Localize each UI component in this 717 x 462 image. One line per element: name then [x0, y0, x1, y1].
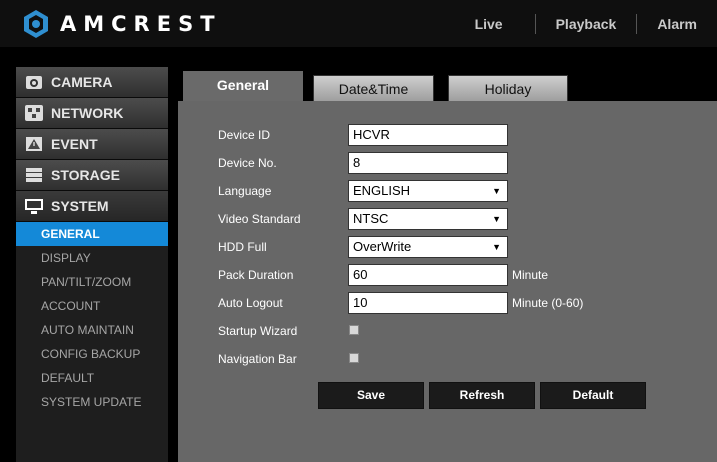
sidebar-item-account[interactable]: ACCOUNT	[16, 294, 168, 318]
storage-icon	[23, 165, 45, 185]
logo-hexagon-icon	[24, 10, 48, 38]
default-button[interactable]: Default	[540, 382, 646, 409]
sidebar-item-system-update[interactable]: SYSTEM UPDATE	[16, 390, 168, 414]
video-standard-select[interactable]: NTSC ▼	[348, 208, 508, 230]
logo-text: AMCREST	[60, 12, 222, 36]
save-button[interactable]: Save	[318, 382, 424, 409]
sidebar-label: CAMERA	[51, 74, 113, 90]
sidebar-item-system[interactable]: SYSTEM	[16, 191, 168, 222]
tab-holiday[interactable]: Holiday	[448, 75, 568, 102]
amcrest-logo[interactable]: AMCREST	[23, 9, 222, 39]
top-header: AMCREST Live Playback Alarm	[0, 0, 717, 47]
sidebar-label: STORAGE	[51, 167, 120, 183]
camera-icon	[23, 72, 45, 92]
device-no-input[interactable]: 8	[348, 152, 508, 174]
language-label: Language	[218, 184, 272, 198]
top-nav: Live Playback Alarm	[455, 0, 717, 47]
sidebar-item-general[interactable]: GENERAL	[16, 222, 168, 246]
sidebar-item-event[interactable]: EVENT	[16, 129, 168, 160]
auto-logout-unit: Minute (0-60)	[512, 296, 584, 310]
network-icon	[23, 103, 45, 123]
dropdown-arrow-icon: ▼	[492, 242, 501, 252]
device-id-input[interactable]: HCVR	[348, 124, 508, 146]
navigation-bar-label: Navigation Bar	[218, 352, 297, 366]
tab-date-time[interactable]: Date&Time	[313, 75, 434, 102]
device-id-label: Device ID	[218, 128, 271, 142]
nav-live[interactable]: Live	[455, 14, 535, 34]
sidebar-item-config-backup[interactable]: CONFIG BACKUP	[16, 342, 168, 366]
nav-alarm[interactable]: Alarm	[636, 13, 717, 34]
settings-sidebar: CAMERA NETWORK EVENT STORAGE SYSTEM GENE…	[16, 67, 168, 462]
device-no-label: Device No.	[218, 156, 277, 170]
language-select[interactable]: ENGLISH ▼	[348, 180, 508, 202]
refresh-button[interactable]: Refresh	[429, 382, 535, 409]
auto-logout-label: Auto Logout	[218, 296, 283, 310]
pack-duration-input[interactable]: 60	[348, 264, 508, 286]
general-settings-panel: Device ID HCVR Device No. 8 Language ENG…	[178, 101, 717, 462]
navigation-bar-checkbox[interactable]	[349, 353, 359, 363]
pack-duration-label: Pack Duration	[218, 268, 294, 282]
sidebar-item-auto-maintain[interactable]: AUTO MAINTAIN	[16, 318, 168, 342]
sidebar-item-network[interactable]: NETWORK	[16, 98, 168, 129]
sidebar-item-pan-tilt-zoom[interactable]: PAN/TILT/ZOOM	[16, 270, 168, 294]
nav-playback[interactable]: Playback	[534, 13, 637, 34]
sidebar-item-display[interactable]: DISPLAY	[16, 246, 168, 270]
video-standard-value: NTSC	[353, 211, 389, 226]
dropdown-arrow-icon: ▼	[492, 186, 501, 196]
hdd-full-label: HDD Full	[218, 240, 267, 254]
sidebar-item-default[interactable]: DEFAULT	[16, 366, 168, 390]
startup-wizard-label: Startup Wizard	[218, 324, 298, 338]
pack-duration-unit: Minute	[512, 268, 549, 282]
hdd-full-value: OverWrite	[353, 239, 412, 254]
tab-general[interactable]: General	[183, 71, 303, 102]
event-icon	[23, 134, 45, 154]
language-value: ENGLISH	[353, 183, 411, 198]
sidebar-item-storage[interactable]: STORAGE	[16, 160, 168, 191]
hdd-full-select[interactable]: OverWrite ▼	[348, 236, 508, 258]
video-standard-label: Video Standard	[218, 212, 301, 226]
startup-wizard-checkbox[interactable]	[349, 325, 359, 335]
sidebar-label: SYSTEM	[51, 198, 109, 214]
dropdown-arrow-icon: ▼	[492, 214, 501, 224]
monitor-icon	[23, 196, 45, 216]
sidebar-item-camera[interactable]: CAMERA	[16, 67, 168, 98]
sidebar-label: NETWORK	[51, 105, 124, 121]
sidebar-label: EVENT	[51, 136, 98, 152]
auto-logout-input[interactable]: 10	[348, 292, 508, 314]
